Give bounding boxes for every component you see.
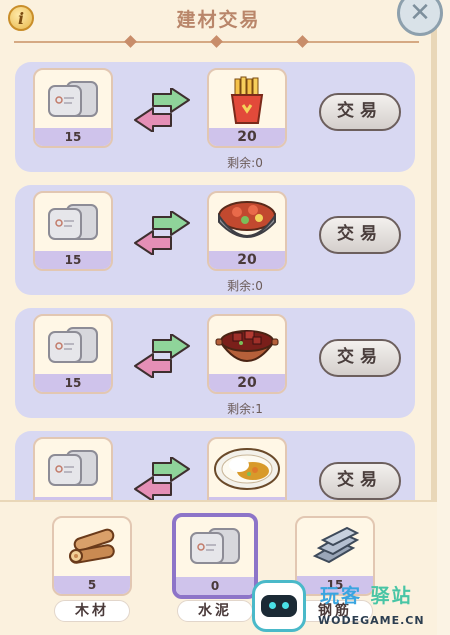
trade-list[interactable]: 15 20 剩余:0 交易 15 20 剩余:0 交易 15 20 剩余:1 交… xyxy=(0,62,437,502)
swap-arrows-icon xyxy=(134,211,190,255)
trade-button[interactable]: 交易 xyxy=(319,216,401,254)
give-item-card xyxy=(33,437,113,502)
swap-arrows-icon xyxy=(134,457,190,501)
steel-bars-icon xyxy=(312,526,360,564)
material-label: 木材 xyxy=(54,600,130,622)
watermark: 玩客 驿站 WODEGAME.CN xyxy=(248,578,450,635)
trade-button[interactable]: 交易 xyxy=(319,339,401,377)
cement-bag-icon xyxy=(190,528,240,564)
trade-row: 15 20 剩余:0 交易 xyxy=(15,62,415,172)
get-qty: 20 xyxy=(209,251,285,269)
get-item-card: 20 xyxy=(207,68,287,148)
get-item-card: 20 xyxy=(207,314,287,394)
give-item-card: 15 xyxy=(33,314,113,394)
divider-ornament xyxy=(296,35,309,48)
trade-button[interactable]: 交易 xyxy=(319,462,401,500)
give-item-card: 15 xyxy=(33,68,113,148)
give-qty: 15 xyxy=(35,128,111,146)
stew-icon xyxy=(218,201,276,238)
watermark-en: WODEGAME.CN xyxy=(318,614,425,627)
give-qty: 15 xyxy=(35,251,111,269)
divider-ornament xyxy=(124,35,137,48)
braised-pork-icon xyxy=(215,330,279,362)
divider-ornament xyxy=(210,35,223,48)
material-count: 0 xyxy=(176,577,254,595)
cement-bag-icon xyxy=(48,81,98,117)
get-qty: 20 xyxy=(209,374,285,392)
page-title: 建材交易 xyxy=(176,9,261,31)
remaining-count: 剩余:0 xyxy=(227,279,263,293)
material-count: 5 xyxy=(54,576,130,594)
remaining-count: 剩余:1 xyxy=(227,402,263,416)
fries-icon xyxy=(230,76,264,124)
swap-arrows-icon xyxy=(134,88,190,132)
cement-bag-icon xyxy=(48,327,98,363)
trade-row: 15 20 剩余:0 交易 xyxy=(15,185,415,295)
trade-row: 15 20 剩余:1 交易 xyxy=(15,308,415,418)
header: i 建材交易 xyxy=(0,0,437,48)
watermark-cn: 玩客 驿站 xyxy=(320,585,413,607)
give-item-card: 15 xyxy=(33,191,113,271)
get-item-card xyxy=(207,437,287,502)
get-qty: 20 xyxy=(209,128,285,146)
material-cement[interactable]: 0 xyxy=(172,513,258,599)
material-label: 水泥 xyxy=(177,600,253,622)
trade-panel: i 建材交易 15 20 剩余:0 交易 15 20 剩余:0 交易 15 20… xyxy=(0,0,437,635)
cement-bag-icon xyxy=(48,450,98,486)
material-wood[interactable]: 5 xyxy=(52,516,132,596)
swap-arrows-icon xyxy=(134,334,190,378)
get-item-card: 20 xyxy=(207,191,287,271)
wood-logs-icon xyxy=(69,528,115,564)
robot-logo-icon xyxy=(252,580,306,632)
give-qty: 15 xyxy=(35,374,111,392)
cement-bag-icon xyxy=(48,204,98,240)
remaining-count: 剩余:0 xyxy=(227,156,263,170)
curry-rice-icon xyxy=(214,448,280,490)
trade-button[interactable]: 交易 xyxy=(319,93,401,131)
trade-row: 交易 xyxy=(15,431,415,502)
